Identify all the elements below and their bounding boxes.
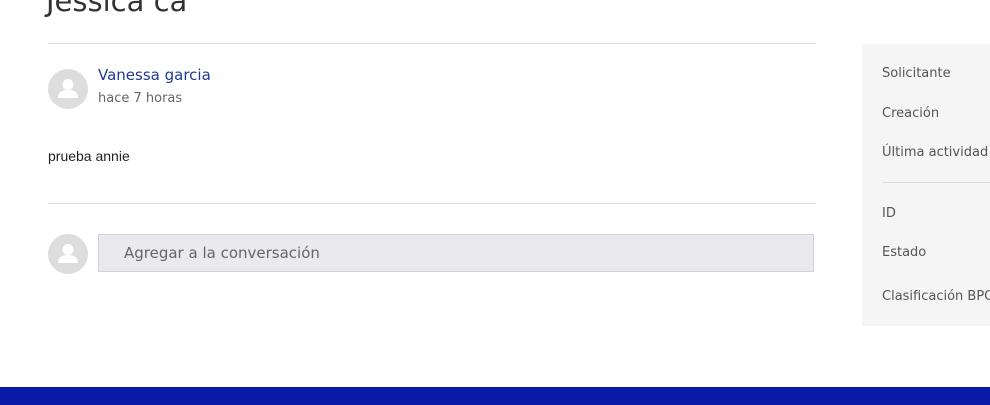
created-label: Creación xyxy=(882,106,940,121)
last-activity-label: Última actividad xyxy=(882,145,989,160)
comment-body: prueba annie xyxy=(48,148,130,164)
user-icon xyxy=(58,244,78,263)
requester-label: Solicitante xyxy=(882,66,951,81)
comment-author-link[interactable]: Vanessa garcia xyxy=(98,66,211,84)
reply-input[interactable] xyxy=(98,234,814,272)
classification-label: Clasificación BPO xyxy=(882,289,990,304)
reply-avatar xyxy=(48,234,88,274)
footer-bar xyxy=(0,387,990,405)
comment-divider xyxy=(48,203,816,204)
id-label: ID xyxy=(882,206,896,221)
title-divider xyxy=(48,43,816,44)
sidebar-divider xyxy=(882,182,990,183)
request-details-sidebar: Solicitante Creación Última actividad ID… xyxy=(862,44,990,326)
comment-author-avatar xyxy=(48,69,88,109)
page-title: Jessica ca xyxy=(46,0,188,18)
user-icon xyxy=(58,79,78,98)
comment-timestamp: hace 7 horas xyxy=(98,91,183,106)
status-label: Estado xyxy=(882,245,927,260)
